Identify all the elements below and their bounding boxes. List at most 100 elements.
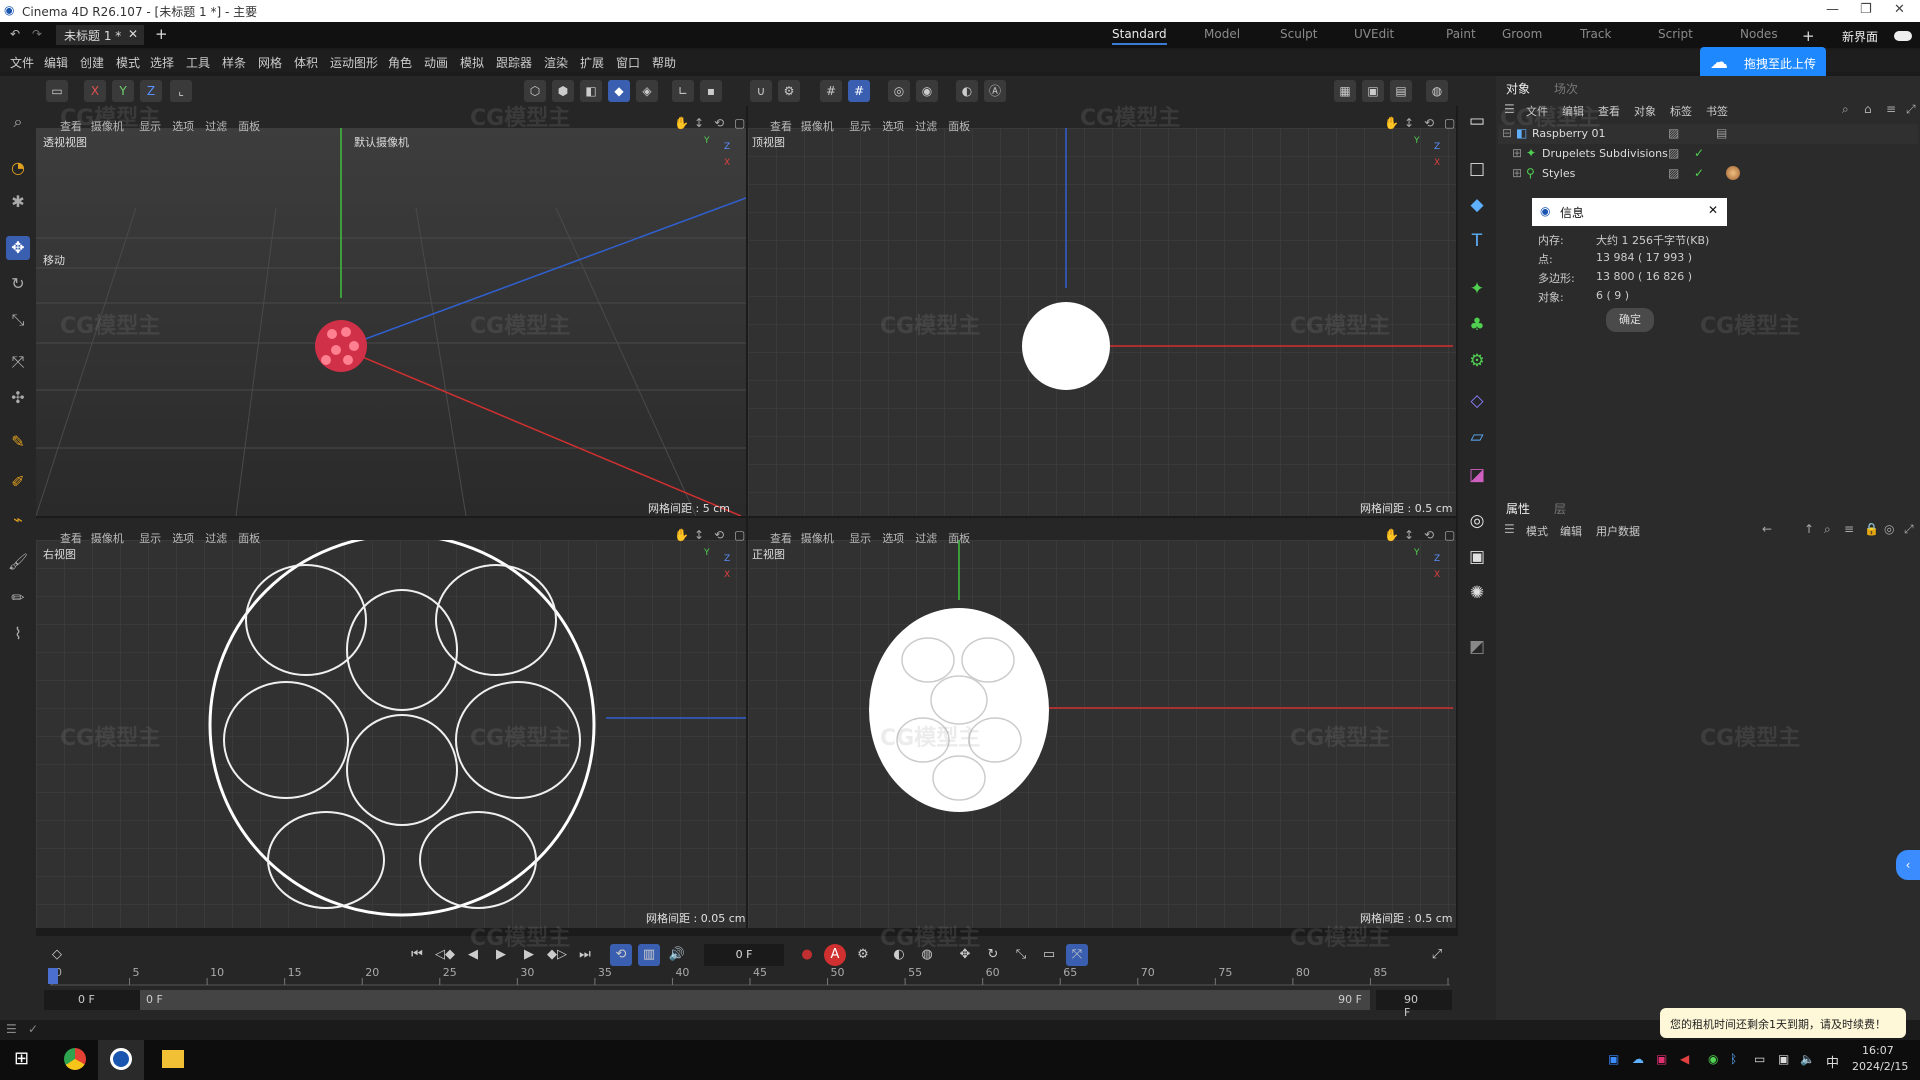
close-tab-icon[interactable]: ✕	[128, 27, 138, 41]
object-row[interactable]: ⊞ ⚲ Styles ▨ ✓	[1498, 164, 1918, 184]
undo-history-icon[interactable]: ▭	[46, 80, 68, 102]
menu-item[interactable]: 工具	[186, 54, 210, 71]
layout-tab-nodes[interactable]: Nodes	[1740, 27, 1778, 41]
prev-key-icon[interactable]: ◁◆	[434, 944, 456, 966]
viewport-menu-item[interactable]: 选项	[882, 118, 904, 134]
layout-tab-sculpt[interactable]: Sculpt	[1280, 27, 1317, 41]
deformer-icon[interactable]: ◇	[1464, 388, 1490, 414]
viewport-menu-item[interactable]: 面板	[238, 530, 260, 546]
tray-nvidia-icon[interactable]: ◉	[1708, 1052, 1718, 1066]
viewport-menu-item[interactable]: 选项	[172, 530, 194, 546]
tab-layers[interactable]: 层	[1554, 500, 1566, 517]
range-slider[interactable]: 0 F 90 F	[140, 990, 1370, 1010]
target-icon[interactable]: ◉	[916, 80, 938, 102]
side-collapse-button[interactable]: ‹	[1896, 850, 1920, 880]
view-icon[interactable]: ◐	[956, 80, 978, 102]
layout-tab-script[interactable]: Script	[1658, 27, 1693, 41]
nav-orbit-icon[interactable]: ⟲	[714, 528, 724, 542]
camera-label[interactable]: 默认摄像机	[354, 134, 409, 150]
render-region-icon[interactable]: ◎	[888, 80, 910, 102]
scale-key-icon[interactable]: ⤡	[1010, 944, 1032, 966]
viewport-menu-item[interactable]: 查看	[60, 530, 82, 546]
nav-orbit-icon[interactable]: ⟲	[714, 116, 724, 130]
spline-sketch-icon[interactable]: ✐	[6, 470, 30, 494]
enabled-check-icon[interactable]: ✓	[1694, 146, 1704, 160]
nav-maximize-icon[interactable]: ▢	[1444, 528, 1455, 542]
graph-icon[interactable]: ⤢	[1426, 944, 1448, 966]
tray-window-icon[interactable]: ▣	[1778, 1052, 1789, 1066]
effector-icon[interactable]: ⚙	[1464, 348, 1490, 374]
cube-icon[interactable]: ◆	[1464, 192, 1490, 218]
viewport-menu-item[interactable]: 显示	[139, 530, 161, 546]
new-ui-toggle[interactable]	[1894, 31, 1912, 41]
network-icon[interactable]: ▭	[1754, 1052, 1765, 1066]
go-to-end-icon[interactable]: ⏭	[574, 944, 596, 966]
viewport-menu-item[interactable]: 摄像机	[801, 118, 834, 134]
camera-icon[interactable]: ▭	[1464, 108, 1490, 134]
menu-item[interactable]: 窗口	[616, 54, 640, 71]
playhead[interactable]	[48, 968, 58, 984]
axis-mode-icon[interactable]: ∟	[672, 80, 694, 102]
current-frame-field[interactable]: 0 F	[704, 944, 784, 966]
render-picture-viewer-icon[interactable]: ▣	[1362, 80, 1384, 102]
viewport-menu-item[interactable]: 显示	[849, 530, 871, 546]
record-icon[interactable]: ●	[796, 944, 818, 966]
key-settings-icon[interactable]: ⚙	[852, 944, 874, 966]
move-tool-icon[interactable]: ✥	[6, 236, 30, 260]
coordinate-system-icon[interactable]: ⌞	[170, 80, 192, 102]
magnet-icon[interactable]: ∪	[750, 80, 772, 102]
nav-orbit-icon[interactable]: ⟲	[1424, 116, 1434, 130]
knife-icon[interactable]: ⌇	[6, 622, 30, 646]
edges-mode-icon[interactable]: ⬢	[552, 80, 574, 102]
layout-tab-uvedit[interactable]: UVEdit	[1354, 27, 1394, 41]
file-explorer-icon[interactable]	[162, 1050, 184, 1068]
menu-item[interactable]: 渲染	[544, 54, 568, 71]
tray-app-icon[interactable]: ▣	[1608, 1052, 1619, 1066]
viewport-menu-item[interactable]: 面板	[948, 530, 970, 546]
object-row[interactable]: ⊞ ✦ Drupelets Subdivisions ▨ ✓	[1498, 144, 1918, 164]
menu-item[interactable]: 帮助	[652, 54, 676, 71]
viewport-menu-item[interactable]: 面板	[238, 118, 260, 134]
uv-mode-icon[interactable]: ◈	[636, 80, 658, 102]
camera-object-icon[interactable]: ▣	[1464, 544, 1490, 570]
nav-maximize-icon[interactable]: ▢	[1444, 116, 1455, 130]
polygons-mode-icon[interactable]: ◧	[580, 80, 602, 102]
param-key-icon[interactable]: ▭	[1038, 944, 1060, 966]
keyframe-icon[interactable]: ◇	[46, 944, 68, 966]
menu-item[interactable]: 网格	[258, 54, 282, 71]
layout-tab-paint[interactable]: Paint	[1446, 27, 1476, 41]
field-icon[interactable]: ▱	[1464, 424, 1490, 450]
scale-tool-icon[interactable]: ⤡	[6, 308, 30, 332]
viewport-menu-item[interactable]: 查看	[770, 530, 792, 546]
close-icon[interactable]: ✕	[1894, 2, 1905, 17]
layout-tab-standard[interactable]: Standard	[1112, 27, 1167, 45]
viewport-menu-item[interactable]: 查看	[770, 118, 792, 134]
menu-item[interactable]: 动画	[424, 54, 448, 71]
layer-icon[interactable]: ▨	[1668, 146, 1679, 160]
menu-item[interactable]: 角色	[388, 54, 412, 71]
placement-tool-icon[interactable]: ✣	[6, 386, 30, 410]
add-layout-button[interactable]: +	[1802, 27, 1815, 45]
search-icon[interactable]: ⌕	[6, 110, 30, 134]
transform-tool-icon[interactable]: ⤧	[6, 350, 30, 374]
enabled-check-icon[interactable]: ✓	[1694, 166, 1704, 180]
back-arrow-icon[interactable]: ←	[1762, 522, 1772, 536]
menu-item[interactable]: 创建	[80, 54, 104, 71]
upload-button[interactable]: ☁ 拖拽至此上传	[1700, 47, 1826, 79]
points-mode-icon[interactable]: ⬡	[524, 80, 546, 102]
workplane-icon[interactable]: #	[848, 80, 870, 102]
home-icon[interactable]: ⌂	[1864, 102, 1872, 116]
layer-icon[interactable]: ▨	[1668, 166, 1679, 180]
model-mode-icon[interactable]: ◆	[608, 80, 630, 102]
filter-icon[interactable]: ≡	[1844, 522, 1854, 536]
nav-dolly-icon[interactable]: ↕	[1404, 116, 1414, 130]
volume-icon[interactable]: ◪	[1464, 462, 1490, 488]
viewport-menu-item[interactable]: 摄像机	[91, 530, 124, 546]
axis-y-button[interactable]: Y	[112, 80, 134, 102]
ime-indicator[interactable]: 中	[1826, 1052, 1839, 1071]
filter-icon[interactable]: ≡	[1886, 102, 1896, 116]
viewport-menu-item[interactable]: 选项	[172, 118, 194, 134]
spline-pen-icon[interactable]: ✎	[6, 430, 30, 454]
nav-pan-icon[interactable]: ✋	[1384, 116, 1399, 130]
windows-start-icon[interactable]: ⊞	[14, 1048, 29, 1069]
